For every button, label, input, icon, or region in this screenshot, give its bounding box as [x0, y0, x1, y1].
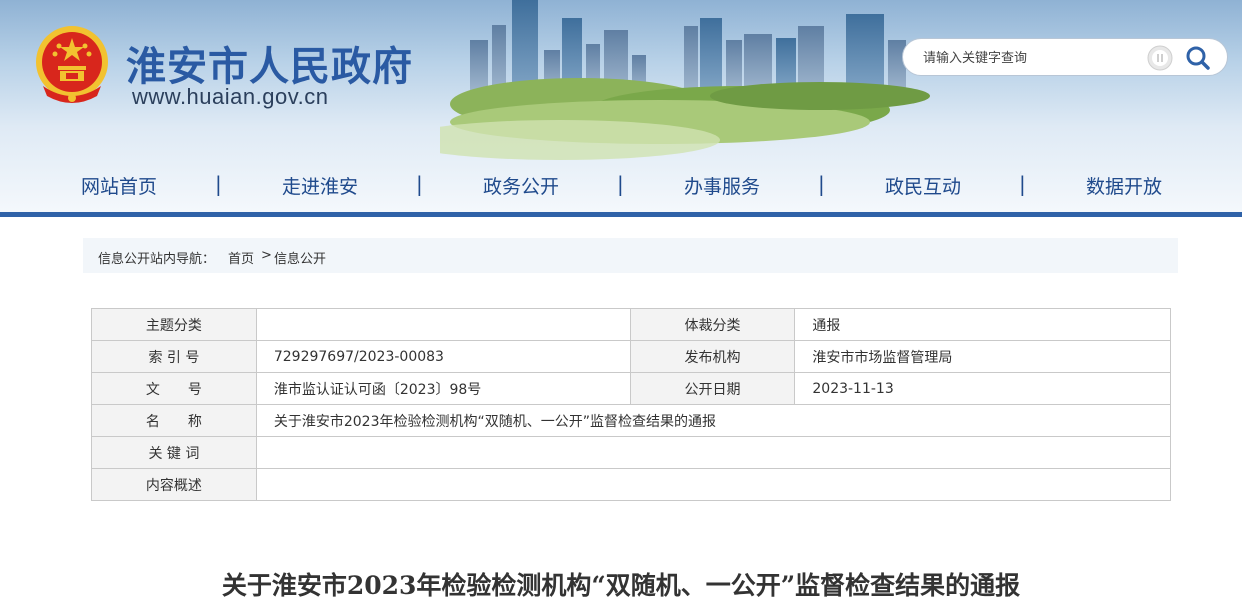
search-icon[interactable] — [1185, 45, 1211, 71]
table-row: 名 称 关于淮安市2023年检验检测机构“双随机、一公开”监督检查结果的通报 — [91, 404, 1172, 437]
breadcrumb-home-link[interactable]: 首页 — [228, 248, 254, 267]
breadcrumb: 信息公开站内导航： 首页 > 信息公开 — [83, 238, 1178, 273]
voice-assist-icon[interactable] — [1146, 44, 1174, 72]
date-label: 公开日期 — [629, 372, 796, 405]
nav-item-about-huaian[interactable]: 走进淮安 — [220, 172, 420, 199]
table-row: 内容概述 — [91, 468, 1172, 501]
date-value: 2023-11-13 — [794, 372, 1171, 405]
docno-label: 文 号 — [91, 372, 257, 405]
nav-item-interaction[interactable]: 政民互动 — [823, 172, 1023, 199]
keywords-value — [255, 436, 1172, 469]
summary-label: 内容概述 — [91, 468, 257, 501]
name-value: 关于淮安市2023年检验检测机构“双随机、一公开”监督检查结果的通报 — [255, 404, 1172, 437]
city-skyline-image — [440, 0, 930, 160]
nav-item-gov-affairs[interactable]: 政务公开 — [421, 172, 621, 199]
search-input[interactable] — [921, 46, 1135, 70]
site-url: www.huaian.gov.cn — [132, 84, 329, 109]
summary-value — [255, 468, 1172, 501]
nav-item-home[interactable]: 网站首页 — [19, 172, 219, 199]
publisher-label: 发布机构 — [629, 340, 796, 373]
docno-value: 淮市监认证认可函〔2023〕98号 — [255, 372, 631, 405]
index-value: 729297697/2023-00083 — [255, 340, 631, 373]
table-row: 关 键 词 — [91, 436, 1172, 469]
national-emblem-icon — [36, 26, 108, 103]
document-meta-table: 主题分类 体裁分类 通报 索 引 号 729297697/2023-00083 … — [91, 308, 1172, 501]
table-row: 索 引 号 729297697/2023-00083 发布机构 淮安市市场监督管… — [91, 340, 1171, 373]
nav-item-open-data[interactable]: 数据开放 — [1024, 172, 1224, 199]
nav-underline-bar — [0, 212, 1242, 217]
main-nav: 网站首页 | 走进淮安 | 政务公开 | 办事服务 | 政民互动 | 数据开放 — [0, 160, 1242, 212]
topic-value — [255, 308, 631, 341]
breadcrumb-label: 信息公开站内导航： — [98, 252, 216, 267]
nav-item-services[interactable]: 办事服务 — [622, 172, 822, 199]
topic-label: 主题分类 — [91, 308, 257, 341]
keywords-label: 关 键 词 — [91, 436, 257, 469]
breadcrumb-separator: > — [261, 248, 272, 263]
search-box — [902, 38, 1228, 76]
breadcrumb-current-link[interactable]: 信息公开 — [274, 248, 326, 267]
publisher-value: 淮安市市场监督管理局 — [794, 340, 1171, 373]
article-title: 关于淮安市2023年检验检测机构“双随机、一公开”监督检查结果的通报 — [221, 571, 1021, 600]
name-label: 名 称 — [91, 404, 257, 437]
genre-value: 通报 — [794, 308, 1171, 341]
table-row: 主题分类 体裁分类 通报 — [91, 308, 1171, 341]
genre-label: 体裁分类 — [629, 308, 796, 341]
table-row: 文 号 淮市监认证认可函〔2023〕98号 公开日期 2023-11-13 — [91, 372, 1171, 405]
index-label: 索 引 号 — [91, 340, 257, 373]
